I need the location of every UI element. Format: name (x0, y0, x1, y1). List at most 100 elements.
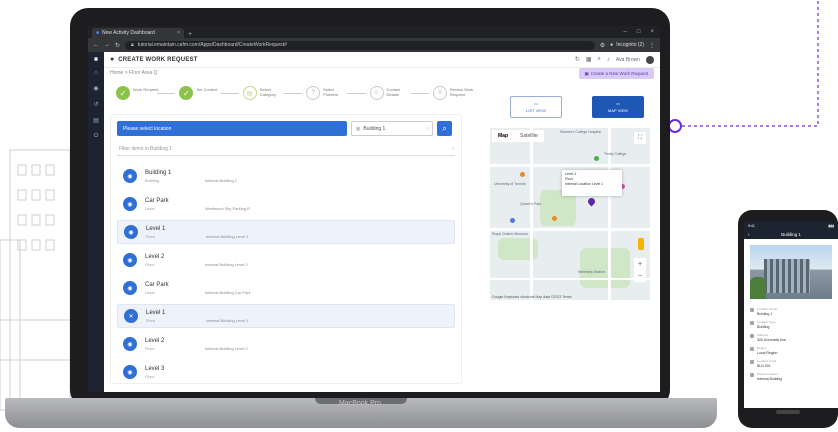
step-connector (220, 93, 239, 94)
detail-icon (750, 321, 754, 325)
step-work-request[interactable]: ✓ Work Request (116, 86, 158, 100)
history-icon[interactable]: ↺ (93, 101, 98, 108)
list-item-selected[interactable]: ✕ Level 1 Floor Internal Building Level 1 (117, 304, 455, 328)
bell-icon[interactable]: ♪ (607, 57, 610, 63)
list-item[interactable]: ◉ Car Park Level Westwood Sky Parking R (117, 192, 455, 216)
side-rail: ▦ ⌂ ◉ ↺ ▤ ⏻ (88, 52, 104, 392)
map-panel: ▭ LIST VIEW ▭ MAP VIEW Map Satellite ⛶ W… (480, 96, 660, 386)
forward-icon[interactable]: → (104, 42, 110, 48)
user-name[interactable]: Ava Brown (616, 57, 640, 63)
back-icon[interactable]: ‹ (748, 232, 750, 237)
location-icon: ◉ (123, 169, 137, 183)
list-item[interactable]: ◉ Building 1 Building Internal Building 1 (117, 164, 455, 188)
breadcrumb[interactable]: Home > Floor Area Q (110, 70, 157, 76)
map-info-popup[interactable]: Level 1 Floor Internal Location Level 1 (562, 170, 622, 196)
map-view-button[interactable]: ▭ MAP VIEW (592, 96, 644, 118)
step-todo-icon: ? (306, 86, 321, 100)
clear-filter-icon[interactable]: ○ (452, 146, 455, 152)
new-tab-icon[interactable]: + (188, 31, 192, 38)
step-review[interactable]: ≡ Review Work Request (432, 86, 473, 100)
grid-icon[interactable]: ▦ (586, 56, 592, 63)
home-icon[interactable]: ⌂ (94, 70, 98, 76)
poi-marker[interactable] (510, 218, 515, 223)
zoom-in-icon[interactable]: + (638, 261, 642, 268)
zoom-out-icon[interactable]: − (638, 273, 642, 280)
reload-icon[interactable]: ↻ (115, 42, 120, 49)
browser-menu-icon[interactable]: ⋮ (649, 42, 655, 49)
item-path: Internal Building Level 1 (206, 233, 249, 239)
item-path: Internal Building Level 1 (206, 317, 249, 323)
poi-marker[interactable] (552, 216, 557, 221)
step-done-icon: ✓ (179, 86, 194, 100)
document-icon[interactable]: ▤ (93, 117, 99, 124)
list-item[interactable]: ◉ Level 2 Floor Internal Building Level 2 (117, 332, 455, 356)
main-area: ● CREATE WORK REQUEST ↻ ▦ ⌕ ♪ Ava Brown … (104, 52, 660, 392)
map-road (490, 278, 650, 280)
item-type: Building (145, 177, 160, 183)
building-select[interactable]: ◎ Building 1 ○ (351, 121, 433, 136)
list-item[interactable]: ◉ Level 3 Floor (117, 360, 455, 383)
poi-marker[interactable] (594, 156, 599, 161)
map-label: Trinity College (604, 152, 627, 156)
item-text: Level 2 Floor (145, 254, 205, 267)
detail-item: Location Name Building 1 (750, 307, 832, 316)
list-item[interactable]: ◉ Level 2 Floor Internal Building Level 2 (117, 248, 455, 272)
back-icon[interactable]: ← (93, 42, 99, 48)
item-name: Building 1 (145, 169, 172, 176)
extensions-icon[interactable]: ⚙ (600, 42, 605, 49)
map-park (580, 248, 630, 288)
filter-input[interactable]: Filter items in Building 1 ○ (117, 143, 455, 156)
browser-tab[interactable]: ■ New Activity Dashboard × (92, 28, 184, 38)
step-select-category[interactable]: ▤ Select Category (242, 86, 276, 100)
street-view-pegman-icon[interactable] (638, 238, 644, 250)
incognito-badge[interactable]: ● Incognito (2) (610, 42, 644, 48)
item-name: Level 2 (145, 253, 165, 260)
map-canvas[interactable]: Map Satellite ⛶ Women's College Hospital… (490, 128, 650, 300)
refresh-icon[interactable]: ↻ (575, 56, 580, 63)
building-facade (764, 259, 810, 293)
item-name: Level 3 (145, 365, 165, 372)
detail-key: Location Code (757, 359, 777, 363)
poi-marker[interactable] (520, 172, 525, 177)
item-path: Internal Building 1 (205, 177, 238, 183)
zoom-controls: + − (634, 258, 646, 282)
item-type: Floor (146, 233, 156, 239)
step-connector (157, 93, 176, 94)
step-connector (347, 93, 366, 94)
step-select-problem[interactable]: ? Select Problem (306, 86, 338, 100)
tab-satellite[interactable]: Satellite (514, 130, 544, 142)
item-name: Level 2 (145, 337, 165, 344)
power-icon[interactable]: ⏻ (94, 133, 99, 140)
map-road (490, 164, 650, 167)
step-contact-details[interactable]: ☺ Contact Details (369, 86, 400, 100)
list-view-button[interactable]: ▭ LIST VIEW (510, 96, 562, 118)
create-request-button[interactable]: ▣ Create a New Work Request (578, 68, 654, 79)
minimize-icon[interactable]: – (624, 29, 627, 35)
step-set-context[interactable]: ✓ Set Context (179, 86, 217, 100)
detail-value: 300 University Ave (757, 338, 786, 342)
item-type: Level (145, 289, 155, 295)
step-todo-icon: ☺ (369, 86, 384, 100)
close-tab-icon[interactable]: × (177, 30, 180, 36)
tab-map[interactable]: Map (492, 130, 514, 142)
location-pin-icon[interactable] (586, 196, 597, 207)
clear-icon[interactable]: ○ (426, 126, 429, 132)
map-label: Royal Ontario Museum (492, 232, 528, 236)
item-type: Floor (146, 317, 156, 323)
location-search-input[interactable]: Please select location (117, 121, 347, 136)
list-item-selected[interactable]: ◉ Level 1 Floor Internal Building Level 1 (117, 220, 455, 244)
map-view-label: MAP VIEW (608, 108, 628, 113)
url-field[interactable]: 🔒︎ tutorial.emaintain.cafm.com/Apps/Dash… (125, 40, 595, 50)
item-path: Internal Building Level 2 (205, 261, 248, 267)
fullscreen-icon[interactable]: ⛶ (634, 132, 646, 144)
close-window-icon[interactable]: × (650, 29, 654, 35)
item-text: Level 2 Floor (145, 338, 205, 351)
avatar[interactable] (646, 55, 654, 64)
search-button[interactable]: ⌕ (437, 121, 452, 136)
list-item[interactable]: ◉ Car Park Level Internal Building Car Park (117, 276, 455, 300)
step-label: Set Context (196, 87, 218, 92)
dashboard-icon[interactable]: ◉ (93, 85, 98, 92)
search-icon[interactable]: ⌕ (598, 56, 601, 63)
marketing-stage: MacBook Pro ■ New Activity Dashboard × +… (0, 0, 838, 432)
maximize-icon[interactable]: □ (637, 29, 641, 35)
